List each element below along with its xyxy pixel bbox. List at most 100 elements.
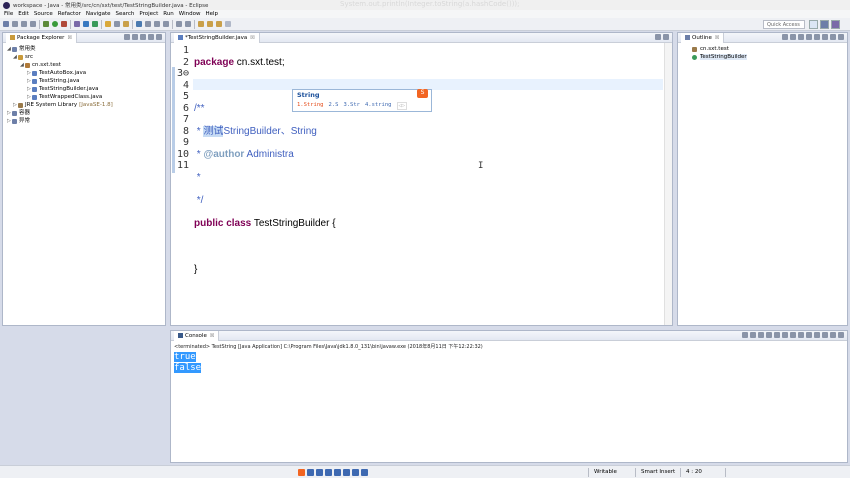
tree-item-jre[interactable]: ▷ JRE System Library [JavaSE-1.8] <box>5 101 163 109</box>
ime-keyboard-icon[interactable] <box>343 469 350 476</box>
tree-item-project[interactable]: ▷ 容器 <box>5 109 163 117</box>
ime-skin-icon[interactable] <box>352 469 359 476</box>
editor-vertical-scrollbar[interactable] <box>664 43 672 325</box>
menu-help[interactable]: Help <box>205 11 218 17</box>
console-output[interactable]: true false <box>171 352 847 374</box>
outline-item-class[interactable]: TestStringBuilder <box>678 53 847 61</box>
back-icon[interactable] <box>207 21 213 27</box>
clear-console-icon[interactable] <box>766 332 772 338</box>
open-console-icon[interactable] <box>822 332 828 338</box>
minimize-icon[interactable] <box>830 34 836 40</box>
word-wrap-icon[interactable] <box>782 332 788 338</box>
show-on-stderr-icon[interactable] <box>798 332 804 338</box>
menu-source[interactable]: Source <box>34 11 53 17</box>
sort-icon[interactable] <box>782 34 788 40</box>
pin-editor-icon[interactable] <box>163 21 169 27</box>
menu-project[interactable]: Project <box>139 11 158 17</box>
tree-item-src[interactable]: ◢ src <box>5 53 163 61</box>
toggle-mark-icon[interactable] <box>136 21 142 27</box>
close-icon[interactable]: ☒ <box>250 35 254 41</box>
display-console-icon[interactable] <box>814 332 820 338</box>
open-perspective-icon[interactable] <box>809 20 818 29</box>
search-icon[interactable] <box>114 21 120 27</box>
hide-fields-icon[interactable] <box>790 34 796 40</box>
menu-window[interactable]: Window <box>179 11 201 17</box>
pin-console-icon[interactable] <box>806 332 812 338</box>
outline-item-package[interactable]: cn.sxt.test <box>678 45 847 53</box>
show-on-stdout-icon[interactable] <box>790 332 796 338</box>
new-class-icon[interactable] <box>92 21 98 27</box>
maximize-icon[interactable] <box>663 34 669 40</box>
close-icon[interactable]: ☒ <box>715 35 719 41</box>
tab-outline[interactable]: Outline ☒ <box>681 32 725 43</box>
menu-navigate[interactable]: Navigate <box>86 11 111 17</box>
new-icon[interactable] <box>3 21 9 27</box>
line-number[interactable]: 3⊖ <box>171 68 189 80</box>
new-java-project-icon[interactable] <box>74 21 80 27</box>
save-icon[interactable] <box>12 21 18 27</box>
next-annotation-icon[interactable] <box>176 21 182 27</box>
ime-candidate[interactable]: 2.S <box>329 102 339 110</box>
collapse-all-icon[interactable] <box>124 34 130 40</box>
minimize-icon[interactable] <box>148 34 154 40</box>
ime-candidate[interactable]: 3.Str <box>343 102 360 110</box>
ime-voice-icon[interactable] <box>334 469 341 476</box>
hide-nonpublic-icon[interactable] <box>806 34 812 40</box>
tab-console[interactable]: Console ☒ <box>174 330 220 341</box>
hide-static-icon[interactable] <box>798 34 804 40</box>
ime-candidate[interactable]: 4.string <box>365 102 392 110</box>
ime-chinese-mode-icon[interactable] <box>307 469 314 476</box>
close-icon[interactable]: ☒ <box>67 35 71 41</box>
open-task-icon[interactable] <box>123 21 129 27</box>
last-edit-icon[interactable] <box>198 21 204 27</box>
java-perspective-icon[interactable] <box>831 20 840 29</box>
new-package-icon[interactable] <box>83 21 89 27</box>
external-tools-icon[interactable] <box>61 21 67 27</box>
open-type-icon[interactable] <box>105 21 111 27</box>
tab-teststringbuilder[interactable]: *TestStringBuilder.java ☒ <box>174 32 260 43</box>
menu-edit[interactable]: Edit <box>18 11 29 17</box>
insert-mode-status[interactable]: Smart Insert <box>641 469 675 475</box>
tree-item-file[interactable]: ▷ TestString.java <box>5 77 163 85</box>
print-icon[interactable] <box>30 21 36 27</box>
menu-search[interactable]: Search <box>116 11 135 17</box>
ime-emoji-icon[interactable] <box>325 469 332 476</box>
tree-item-file[interactable]: ▷ TestWrappedClass.java <box>5 93 163 101</box>
toggle-block-icon[interactable] <box>145 21 151 27</box>
tree-item-file[interactable]: ▷ TestStringBuilder.java <box>5 85 163 93</box>
remove-all-icon[interactable] <box>758 332 764 338</box>
maximize-icon[interactable] <box>838 34 844 40</box>
view-menu-icon[interactable] <box>140 34 146 40</box>
menu-refactor[interactable]: Refactor <box>58 11 81 17</box>
debug-icon[interactable] <box>43 21 49 27</box>
terminate-icon[interactable] <box>742 332 748 338</box>
hide-local-types-icon[interactable] <box>814 34 820 40</box>
tab-package-explorer[interactable]: Package Explorer ☒ <box>6 32 77 43</box>
menu-run[interactable]: Run <box>163 11 174 17</box>
ime-pager-icon[interactable]: ◁▷ <box>396 102 408 110</box>
sogou-ime-icon[interactable] <box>298 469 305 476</box>
ime-tools-icon[interactable] <box>361 469 368 476</box>
maximize-icon[interactable] <box>838 332 844 338</box>
maximize-icon[interactable] <box>156 34 162 40</box>
view-menu-icon[interactable] <box>822 34 828 40</box>
tree-item-project[interactable]: ◢ 常用类 <box>5 45 163 53</box>
menu-file[interactable]: File <box>4 11 13 17</box>
close-icon[interactable]: ☒ <box>210 333 214 339</box>
forward-icon[interactable] <box>216 21 222 27</box>
quick-access-input[interactable]: Quick Access <box>763 20 805 29</box>
java-ee-perspective-icon[interactable] <box>820 20 829 29</box>
run-icon[interactable] <box>52 21 58 27</box>
prev-annotation-icon[interactable] <box>185 21 191 27</box>
tree-item-file[interactable]: ▷ TestAutoBox.java <box>5 69 163 77</box>
link-editor-icon[interactable] <box>132 34 138 40</box>
ime-punctuation-icon[interactable] <box>316 469 323 476</box>
save-all-icon[interactable] <box>21 21 27 27</box>
scroll-lock-icon[interactable] <box>774 332 780 338</box>
tree-item-package[interactable]: ◢ cn.sxt.test <box>5 61 163 69</box>
ime-candidate[interactable]: 1.String <box>297 102 324 110</box>
show-whitespace-icon[interactable] <box>154 21 160 27</box>
code-editor[interactable]: 1 2 3⊖ 4 5 6 7 8 9 10 11 package cn.sxt.… <box>171 43 672 325</box>
remove-launch-icon[interactable] <box>750 332 756 338</box>
minimize-icon[interactable] <box>655 34 661 40</box>
